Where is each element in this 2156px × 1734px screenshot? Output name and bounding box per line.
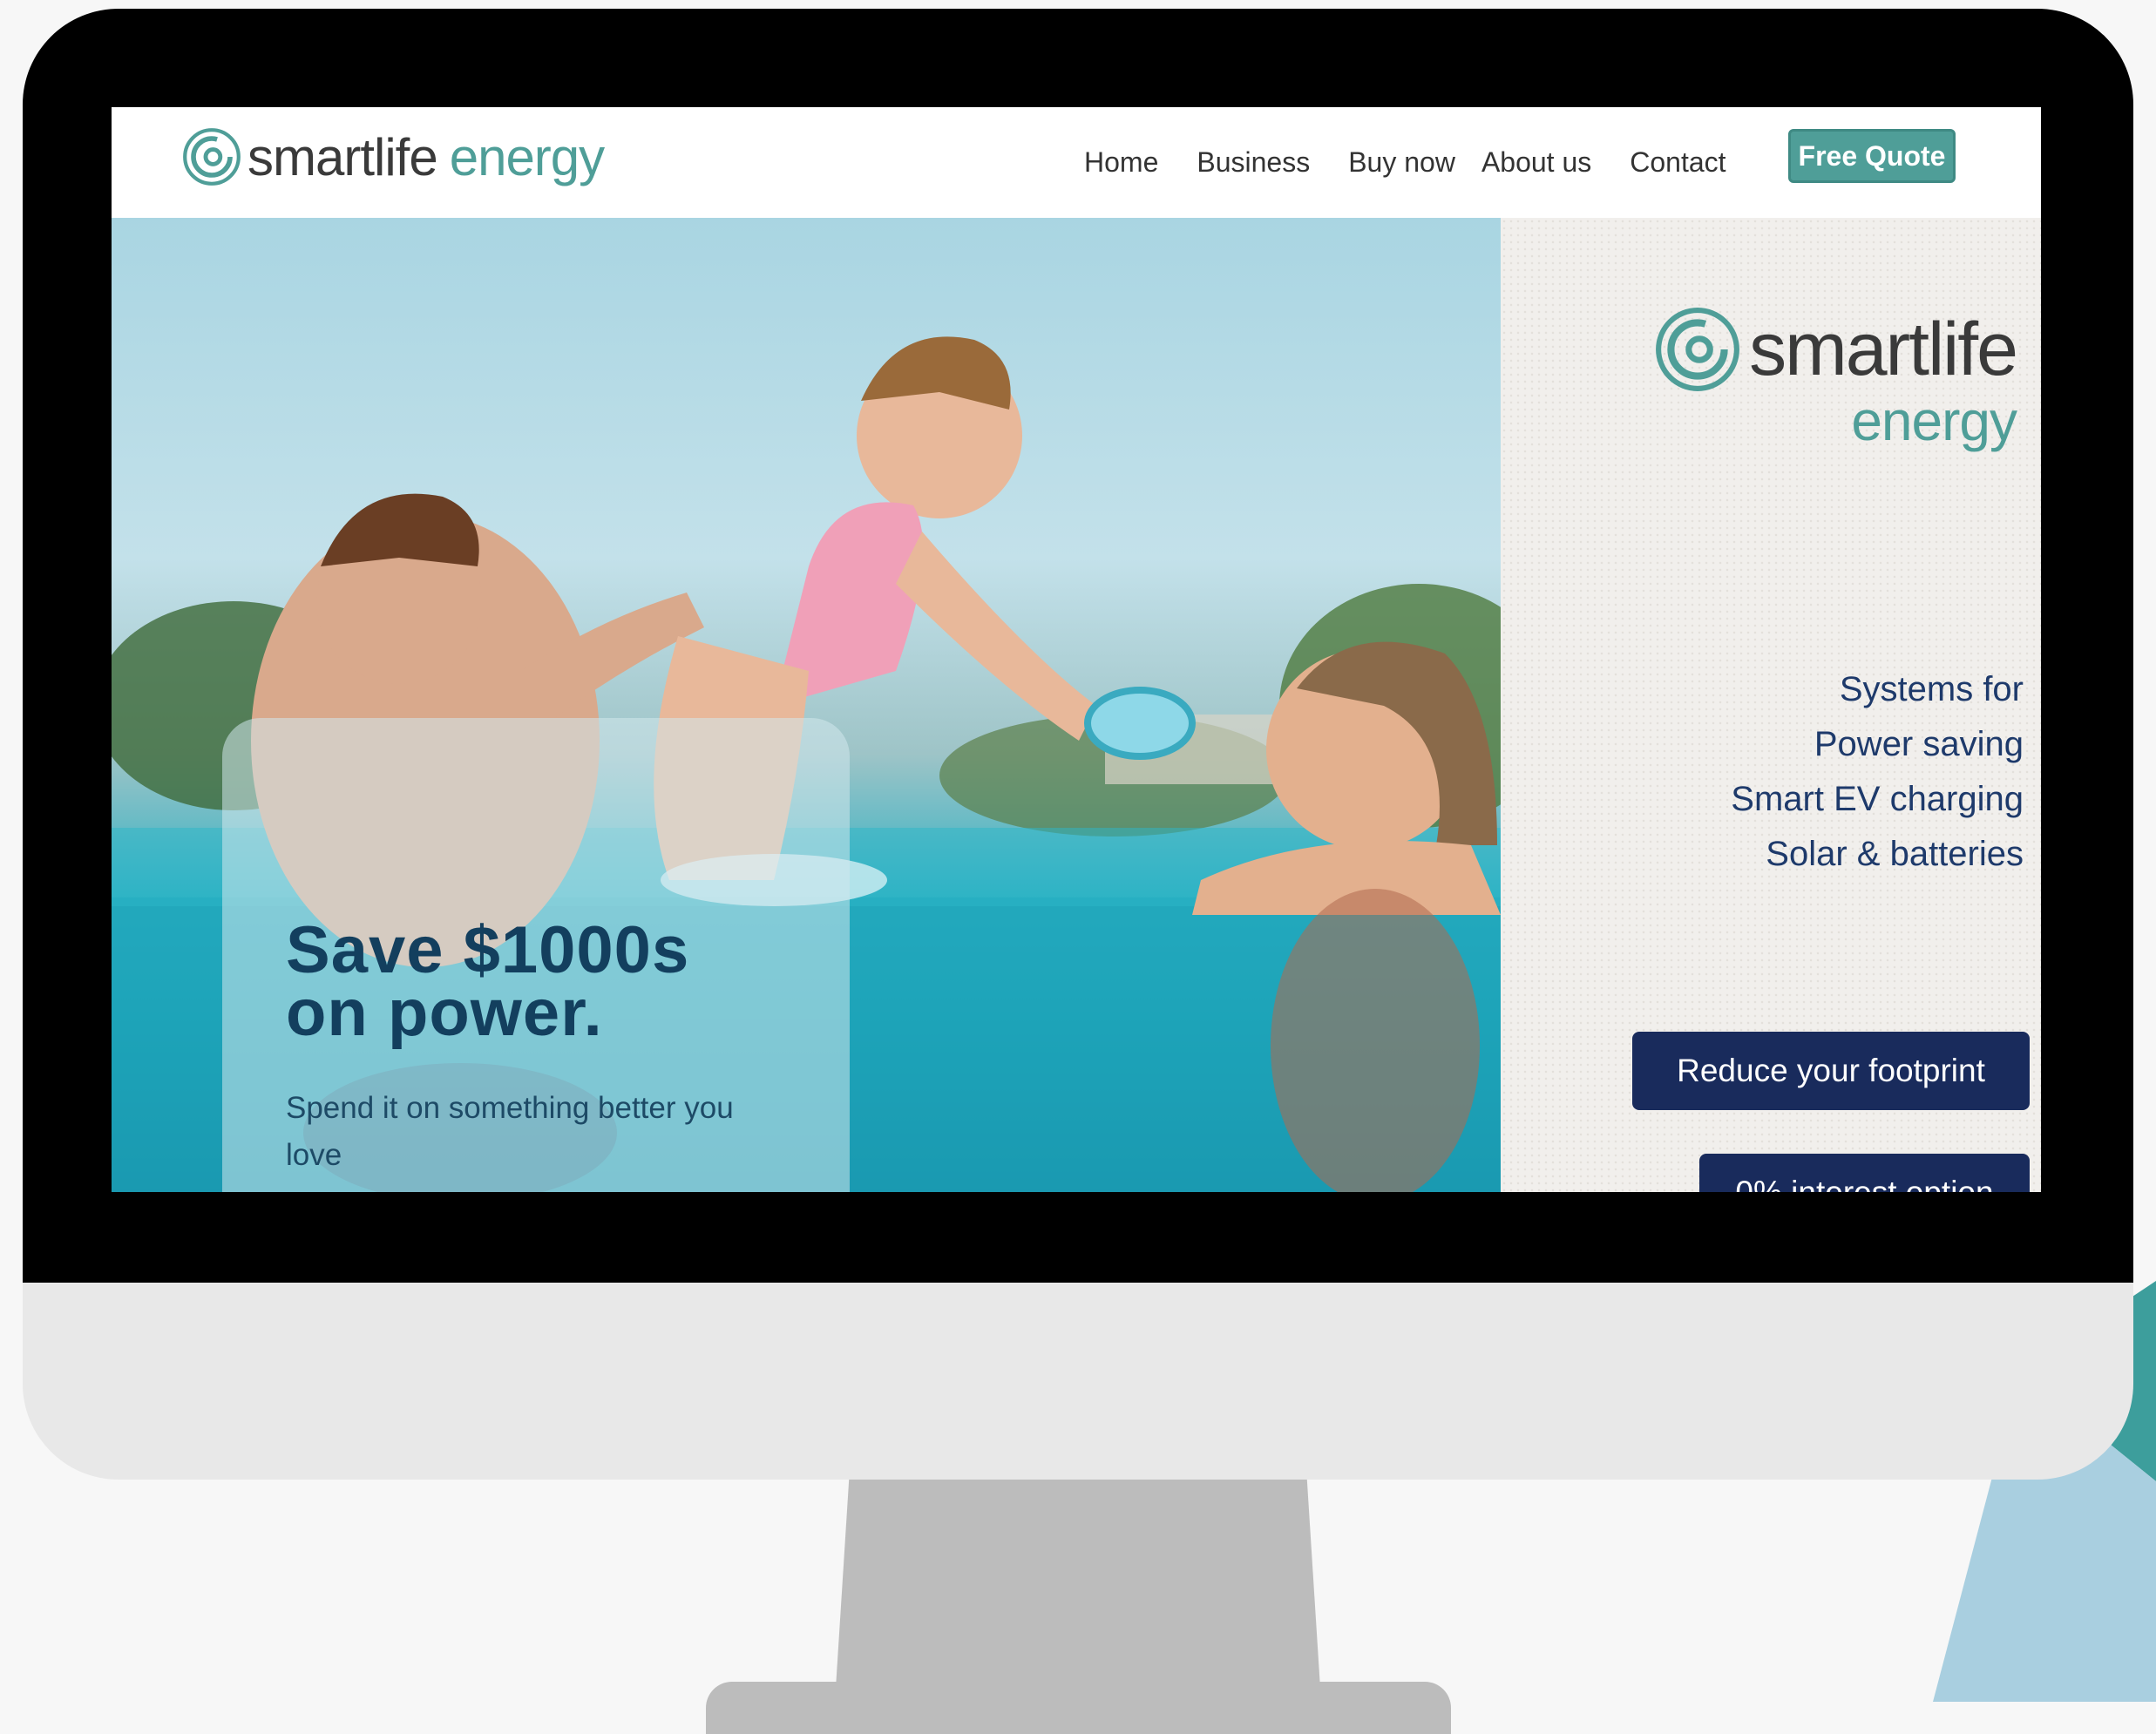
website-screen: smart life energy Home Business Buy now Ab… [112, 107, 2041, 1192]
side-panel: smart life energy Systems for Power savin… [1501, 218, 2041, 1192]
hero-title-line-1: Save $1000s [286, 913, 690, 987]
hero-image: Save $1000s on power. Spend it on someth… [112, 218, 1501, 1192]
swirl-logo-icon [183, 128, 241, 186]
monitor-stand [835, 1473, 1321, 1702]
nav-link-buy-now[interactable]: Buy now [1348, 146, 1455, 179]
interest-option-button[interactable]: 0% interest option [1699, 1154, 2030, 1192]
nav-logo[interactable]: smart life energy [181, 126, 605, 187]
feature-item: Smart EV charging [1731, 780, 2024, 818]
side-brand-energy: energy [1851, 389, 2017, 452]
nav-link-about-us[interactable]: About us [1481, 146, 1591, 179]
feature-item: Systems for [1839, 670, 2024, 708]
monitor-stand-foot [706, 1682, 1451, 1734]
nav-link-business[interactable]: Business [1197, 146, 1310, 179]
side-brand-life: life [1928, 307, 2018, 391]
reduce-footprint-button[interactable]: Reduce your footprint [1632, 1032, 2030, 1110]
swirl-logo-icon [1656, 308, 1740, 391]
side-logo: smart life energy [1653, 305, 2018, 453]
feature-item: Solar & batteries [1766, 835, 2024, 873]
hero-title: Save $1000s on power. [286, 913, 826, 1050]
feature-item: Power saving [1814, 725, 2024, 763]
free-quote-button[interactable]: Free Quote [1788, 129, 1956, 183]
feature-list: Systems for Power saving Smart EV chargi… [1731, 662, 2024, 882]
hero-title-line-2: on power. [286, 976, 603, 1050]
brand-name-life: life [374, 127, 438, 186]
nav-link-contact[interactable]: Contact [1630, 146, 1725, 179]
hero-subtitle: Spend it on something better you love [286, 1091, 734, 1172]
brand-name-smart: smart [247, 127, 375, 186]
nav-link-home[interactable]: Home [1084, 146, 1158, 179]
nav-links: Home Business Buy now About us Contact [1084, 107, 1765, 218]
navbar: smart life energy Home Business Buy now Ab… [112, 107, 2041, 218]
side-brand-smart: smart [1749, 307, 1929, 391]
brand-name-energy: energy [449, 127, 605, 186]
